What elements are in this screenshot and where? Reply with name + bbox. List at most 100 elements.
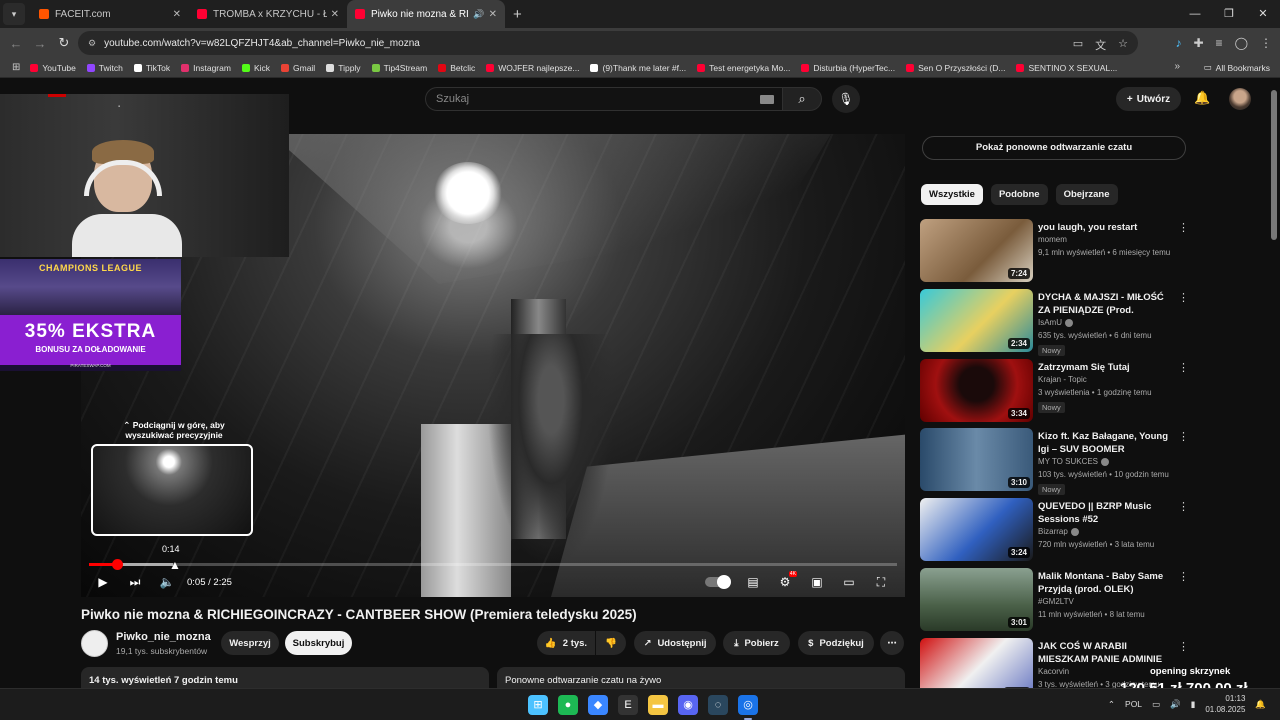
recommended-video[interactable]: 7:24 you laugh, you restart momem 9,1 mln w… xyxy=(920,219,1190,285)
progress-bar[interactable] xyxy=(89,559,897,570)
bookmark-item[interactable]: Twitch xyxy=(86,63,123,73)
discord-icon[interactable]: ◉ xyxy=(678,695,698,715)
steam-icon[interactable]: ◌ xyxy=(708,695,728,715)
video-thumbnail[interactable]: 15:08 xyxy=(920,637,1033,688)
tab-close-icon[interactable]: ✕ xyxy=(173,9,181,20)
video-title[interactable]: JAK COŚ W ARABII MIESZKAM PANIE ADMINIE … xyxy=(1038,640,1178,666)
site-info-icon[interactable]: ⚙ xyxy=(88,38,96,49)
bookmark-item[interactable]: SENTINO X SEXUAL... xyxy=(1016,63,1117,73)
video-title[interactable]: Malik Montana - Baby Same Przyjdą (prod.… xyxy=(1038,570,1178,596)
voice-search-icon[interactable]: 🎙 xyxy=(832,85,860,113)
browser-tab[interactable]: FACEIT.com ✕ xyxy=(31,0,189,28)
more-vertical-icon[interactable]: ⋮ xyxy=(1178,640,1189,653)
tray-overflow-icon[interactable]: ⌃ xyxy=(1108,699,1115,710)
account-avatar[interactable] xyxy=(1229,88,1251,110)
miniplayer-icon[interactable]: ▣ xyxy=(801,575,833,589)
settings-gear-icon[interactable]: ⚙ 4K xyxy=(769,571,801,589)
video-title[interactable]: you laugh, you restart xyxy=(1038,221,1178,234)
video-thumbnail[interactable]: 3:10 xyxy=(920,428,1033,492)
extension-icon[interactable]: ♪ xyxy=(1175,36,1181,50)
browser-menu-icon[interactable]: ⋮ xyxy=(1260,36,1272,50)
new-tab-button[interactable]: + xyxy=(513,6,522,23)
filter-chip[interactable]: Podobne xyxy=(990,184,1048,205)
close-window-icon[interactable]: ✕ xyxy=(1246,0,1280,28)
bookmark-item[interactable]: Instagram xyxy=(181,63,231,73)
filter-chip[interactable]: Obejrzane xyxy=(1055,184,1118,205)
browser-tab[interactable]: Piwko nie mozna & RICHIE 🔊 ✕ xyxy=(347,0,505,28)
bookmark-item[interactable]: TikTok xyxy=(133,63,170,73)
bookmark-star-icon[interactable]: ☆ xyxy=(1118,37,1128,53)
channel-name[interactable]: Krajan - Topic xyxy=(1038,375,1087,384)
media-control-icon[interactable]: ≡ xyxy=(1216,36,1223,50)
back-icon[interactable]: ← xyxy=(4,36,28,51)
epic-games-icon[interactable]: E xyxy=(618,695,638,715)
chat-replay-box[interactable]: Ponowne odtwarzanie czatu na żywo xyxy=(497,667,905,688)
bookmark-item[interactable]: Gmail xyxy=(281,63,315,73)
show-chat-replay-button[interactable]: Pokaż ponowne odtwarzanie czatu xyxy=(922,136,1186,160)
reload-icon[interactable]: ↻ xyxy=(52,35,76,51)
video-thumbnail[interactable]: 3:24 xyxy=(920,498,1033,562)
bookmark-item[interactable]: (9)Thank me later #f... xyxy=(590,63,686,73)
forward-icon[interactable]: → xyxy=(28,36,52,51)
bookmark-item[interactable]: Disturbia (HyperTec... xyxy=(801,63,895,73)
spotify-icon[interactable]: ● xyxy=(558,695,578,715)
channel-name[interactable]: momem xyxy=(1038,235,1067,244)
tab-close-icon[interactable]: ✕ xyxy=(489,9,497,20)
more-vertical-icon[interactable]: ⋮ xyxy=(1178,291,1189,304)
tab-audio-icon[interactable]: 🔊 xyxy=(473,9,484,20)
channel-name[interactable]: IsAmU xyxy=(1038,318,1073,327)
tab-close-icon[interactable]: ✕ xyxy=(331,9,339,20)
filter-chip[interactable]: Wszystkie xyxy=(921,184,983,205)
fullscreen-icon[interactable]: ⛶ xyxy=(865,575,897,590)
notifications-bell-icon[interactable]: 🔔 xyxy=(1194,90,1210,106)
channel-name[interactable]: #GM2LTV xyxy=(1038,597,1074,606)
download-button[interactable]: ⤓ Pobierz xyxy=(723,631,790,655)
more-vertical-icon[interactable]: ⋮ xyxy=(1178,570,1189,583)
network-icon[interactable]: ▭ xyxy=(1152,699,1160,710)
minimize-icon[interactable]: — xyxy=(1178,0,1212,28)
file-explorer-icon[interactable]: ▬ xyxy=(648,695,668,715)
recommended-video[interactable]: 3:01 Malik Montana - Baby Same Przyjdą (p… xyxy=(920,568,1190,634)
cast-icon[interactable]: ▭ xyxy=(1073,37,1083,53)
dislike-button[interactable]: 👎 xyxy=(596,631,626,655)
more-actions-button[interactable]: ⋯ xyxy=(880,631,904,655)
description-box[interactable]: 14 tys. wyświetleń 7 godzin temu xyxy=(81,667,489,688)
browser-tab[interactable]: TROMBA x KRZYCHU - ŁEZKA ✕ xyxy=(189,0,347,28)
more-vertical-icon[interactable]: ⋮ xyxy=(1178,430,1189,443)
video-title[interactable]: DYCHA & MAJSZI - MIŁOŚĆ ZA PIENIĄDZE (Pr… xyxy=(1038,291,1178,317)
more-vertical-icon[interactable]: ⋮ xyxy=(1178,221,1189,234)
recommended-video[interactable]: 2:34 DYCHA & MAJSZI - MIŁOŚĆ ZA PIENIĄDZE… xyxy=(920,288,1190,356)
video-thumbnail[interactable]: 3:34 xyxy=(920,358,1033,422)
tab-search-button[interactable]: ▾ xyxy=(3,3,25,25)
video-title[interactable]: Kizo ft. Kaz Bałagane, Young Igi – SUV B… xyxy=(1038,430,1178,456)
play-icon[interactable]: ▶ xyxy=(87,575,119,589)
theater-mode-icon[interactable]: ▭ xyxy=(833,575,865,589)
volume-icon[interactable]: 🔈 xyxy=(151,575,183,589)
notifications-tray-icon[interactable]: 🔔 xyxy=(1255,699,1266,710)
address-bar[interactable]: ⚙ youtube.com/watch?v=w82LQFZHJT4&ab_cha… xyxy=(78,31,1138,55)
channel-name[interactable]: Kacorvin xyxy=(1038,667,1069,676)
video-thumbnail[interactable]: 3:01 xyxy=(920,568,1033,631)
search-button[interactable]: ⌕ xyxy=(782,87,822,111)
lang-indicator[interactable]: POL xyxy=(1125,699,1142,709)
windows-start-icon[interactable]: ⊞ xyxy=(528,695,548,715)
next-icon[interactable]: ⏭ xyxy=(119,575,151,590)
restore-icon[interactable]: ❐ xyxy=(1212,0,1246,28)
app-icon[interactable]: ◆ xyxy=(588,695,608,715)
channel-name[interactable]: Piwko_nie_mozna xyxy=(116,631,211,643)
video-thumbnail[interactable]: 7:24 xyxy=(920,219,1033,282)
subtitles-icon[interactable]: ▤ xyxy=(737,575,769,589)
bookmark-item[interactable]: Tip4Stream xyxy=(371,63,427,73)
bookmark-item[interactable]: Tipply xyxy=(326,63,361,73)
more-vertical-icon[interactable]: ⋮ xyxy=(1178,500,1189,513)
thanks-button[interactable]: $ Podziękuj xyxy=(798,631,874,655)
keyboard-icon[interactable] xyxy=(760,95,774,104)
page-scrollbar[interactable] xyxy=(1271,90,1277,240)
extensions-puzzle-icon[interactable]: ✚ xyxy=(1193,36,1203,50)
bookmark-item[interactable]: YouTube xyxy=(30,63,76,73)
chrome-icon[interactable]: ◎ xyxy=(738,695,758,720)
create-button[interactable]: + Utwórz xyxy=(1116,87,1181,111)
share-button[interactable]: ↗ Udostępnij xyxy=(634,631,716,655)
recommended-video[interactable]: 3:10 Kizo ft. Kaz Bałagane, Young Igi – S… xyxy=(920,428,1190,496)
volume-tray-icon[interactable]: 🔊 xyxy=(1170,699,1181,710)
